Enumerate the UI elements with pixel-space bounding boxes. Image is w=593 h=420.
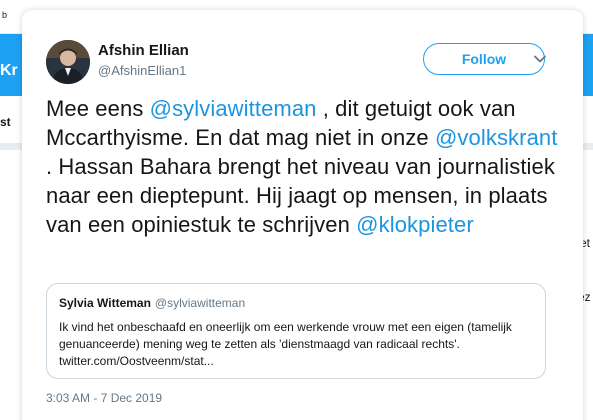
tweet-text-segment: Mee eens bbox=[46, 96, 150, 121]
tweet-text: Mee eens @sylviawitteman , dit getuigt o… bbox=[46, 94, 566, 239]
mention-link[interactable]: @volkskrant bbox=[435, 125, 557, 150]
background-fragment: st bbox=[0, 115, 11, 129]
tweet-modal: Afshin Ellian @AfshinEllian1 Follow Mee … bbox=[22, 10, 583, 420]
quoted-tweet[interactable]: Sylvia Witteman @sylviawitteman Ik vind h… bbox=[46, 283, 546, 379]
background-fragment: b bbox=[2, 10, 8, 20]
tweet-timestamp[interactable]: 3:03 AM - 7 Dec 2019 bbox=[46, 391, 162, 405]
quoted-handle: @sylviawitteman bbox=[154, 296, 246, 310]
quoted-display-name: Sylvia Witteman bbox=[59, 296, 151, 310]
author-handle[interactable]: @AfshinEllian1 bbox=[98, 63, 186, 78]
quoted-header: Sylvia Witteman @sylviawitteman bbox=[59, 294, 533, 312]
quoted-text: Ik vind het onbeschaafd en oneerlijk om … bbox=[59, 320, 512, 368]
mention-link[interactable]: @klokpieter bbox=[356, 212, 474, 237]
tweet-text-segment: . Hassan Bahara brengt het niveau van jo… bbox=[46, 154, 555, 237]
avatar-image bbox=[46, 40, 90, 84]
follow-button[interactable]: Follow bbox=[423, 43, 545, 75]
background-fragment: Kr bbox=[0, 62, 18, 79]
chevron-down-icon[interactable] bbox=[533, 52, 547, 66]
avatar[interactable] bbox=[46, 40, 90, 84]
mention-link[interactable]: @sylviawitteman bbox=[150, 96, 317, 121]
author-display-name[interactable]: Afshin Ellian bbox=[98, 42, 189, 59]
